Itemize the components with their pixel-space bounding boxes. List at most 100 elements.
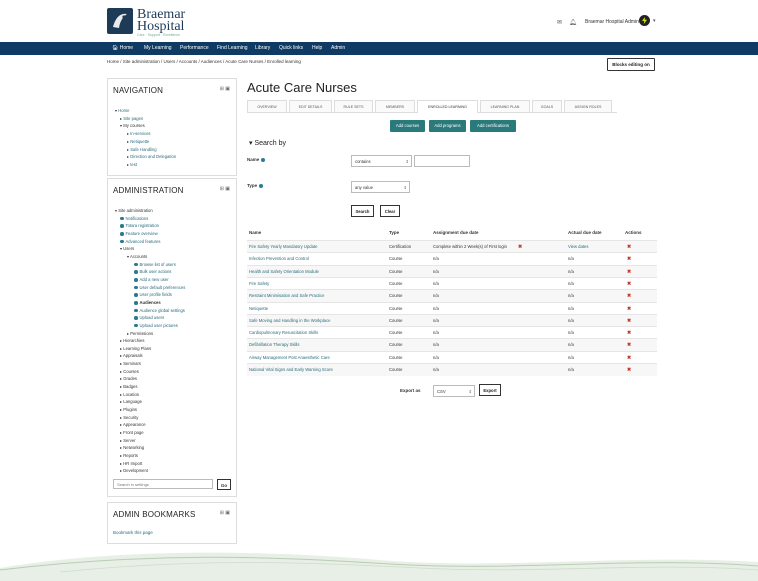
nav-tree-course[interactable]: ▸ test <box>127 161 176 169</box>
admin-tree-item[interactable]: Feature overview <box>120 230 171 238</box>
admin-tree-item[interactable]: User profile fields <box>134 291 185 299</box>
add-certifications-button[interactable]: Add certifications <box>470 120 516 132</box>
admin-tree-item[interactable]: Notifications <box>120 215 171 223</box>
nav-quick-links[interactable]: Quick links <box>279 45 303 51</box>
admin-tree-item[interactable]: ▸ Appearance <box>120 421 171 429</box>
table-row: Airway Management Post Anaesthetic Care C… <box>247 350 657 364</box>
admin-tree-item[interactable]: ▸ Badges <box>120 383 171 391</box>
blocks-editing-button[interactable]: Blocks editing on <box>607 58 655 71</box>
nav-admin[interactable]: Admin <box>331 45 345 51</box>
administration-block: ADMINISTRATION ⊞ ▣ ▾ Site administration… <box>107 178 237 497</box>
admin-tree-audiences[interactable]: Audiences <box>134 299 185 307</box>
admin-tree-item[interactable]: User default preferences <box>134 284 185 292</box>
nav-tree-course[interactable]: ▸ In-services <box>127 130 176 138</box>
column-header-type[interactable]: Type <box>389 230 399 235</box>
info-icon[interactable] <box>259 183 264 188</box>
admin-tree-item[interactable]: ▸ Location <box>120 391 171 399</box>
add-programs-button[interactable]: Add programs <box>429 120 466 132</box>
admin-tree-item[interactable]: ▸ Security <box>120 414 171 422</box>
admin-tree-item[interactable]: Audience global settings <box>134 307 185 315</box>
admin-tree-item[interactable]: Upload users <box>134 314 185 322</box>
admin-tree-site-admin[interactable]: ▾ Site administration <box>115 207 166 215</box>
admin-tree-item[interactable]: ▸ Courses <box>120 368 171 376</box>
admin-tree-item[interactable]: Bulk user actions <box>134 268 185 276</box>
block-controls-icon[interactable]: ⊞ ▣ <box>220 86 230 92</box>
nav-help[interactable]: Help <box>312 45 322 51</box>
search-button[interactable]: Search <box>351 205 374 217</box>
bookmark-this-page-link[interactable]: Bookmark this page <box>113 530 153 535</box>
block-controls-icon[interactable]: ⊞ ▣ <box>220 510 230 516</box>
settings-search-input[interactable]: Search in settings <box>113 479 213 489</box>
settings-search-go-button[interactable]: Go <box>217 479 231 490</box>
main-navbar: 🏠︎ Home My Learning Performance Find Lea… <box>0 42 758 55</box>
admin-tree-item[interactable]: ▸ Plugins <box>120 406 171 414</box>
tab-bar: OVERVIEW EDIT DETAILS RULE SETS MEMBERS … <box>247 100 617 113</box>
row-actual-due: n/a <box>568 367 574 372</box>
tab-enrolled-learning[interactable]: ENROLLED LEARNING <box>417 100 478 113</box>
nav-tree-course[interactable]: ▸ Direction and Delegation <box>127 153 176 161</box>
nav-library[interactable]: Library <box>255 45 270 51</box>
nav-my-learning[interactable]: My Learning <box>144 45 172 51</box>
column-header-actions: Actions <box>625 230 642 235</box>
admin-tree-item[interactable]: Upload user pictures <box>134 322 185 330</box>
tab-goals[interactable]: GOALS <box>532 100 562 112</box>
tab-overview[interactable]: OVERVIEW <box>247 100 287 112</box>
tab-rule-sets[interactable]: RULE SETS <box>334 100 373 112</box>
tab-members[interactable]: MEMBERS <box>375 100 415 112</box>
admin-tree-item[interactable]: ▸ Learning Plans <box>120 345 171 353</box>
admin-tree-item[interactable]: ▸ Server <box>120 437 171 445</box>
clear-button[interactable]: Clear <box>380 205 400 217</box>
nav-performance[interactable]: Performance <box>180 45 209 51</box>
admin-tree-item[interactable]: ▸ Front page <box>120 429 171 437</box>
admin-tree-item[interactable]: ▸ Hierarchies <box>120 337 171 345</box>
user-name[interactable]: Braemar Hospital Admin <box>585 19 639 25</box>
search-by-toggle[interactable]: ▾ Search by <box>249 139 286 147</box>
nav-find-learning[interactable]: Find Learning <box>217 45 248 51</box>
export-button[interactable]: Export <box>479 384 501 396</box>
name-filter-input[interactable] <box>414 155 470 167</box>
admin-tree-item[interactable]: ▸ Grades <box>120 375 171 383</box>
admin-tree-item[interactable]: Totara registration <box>120 222 171 230</box>
tab-learning-plan[interactable]: LEARNING PLAN <box>480 100 530 112</box>
envelope-icon[interactable]: ✉ <box>557 19 562 26</box>
admin-tree-item[interactable]: ▸ Language <box>120 398 171 406</box>
admin-tree-item[interactable]: ▸ Seminars <box>120 360 171 368</box>
admin-tree-users[interactable]: ▾ Users <box>120 245 171 253</box>
avatar[interactable] <box>639 15 650 26</box>
type-filter-select[interactable]: any value <box>351 181 410 194</box>
admin-tree-item[interactable]: ▸ Reports <box>120 452 171 460</box>
info-icon[interactable] <box>261 157 266 162</box>
admin-tree-item[interactable]: ▸ Networking <box>120 444 171 452</box>
row-name-link[interactable]: National Vital Signs and Early Warning S… <box>249 364 333 376</box>
admin-tree-item[interactable]: ▸ Permissions <box>127 330 178 338</box>
gear-icon <box>134 278 138 282</box>
nav-tree-course[interactable]: ▸ Netiquette <box>127 138 176 146</box>
add-courses-button[interactable]: Add courses <box>390 120 425 132</box>
tab-assign-roles[interactable]: ASSIGN ROLES <box>564 100 612 112</box>
tab-edit-details[interactable]: EDIT DETAILS <box>289 100 332 112</box>
hospital-logo-icon[interactable] <box>107 8 133 34</box>
table-row: Cardiopulmonary Resuscitation Skills Cour… <box>247 326 657 339</box>
nav-tree-my-courses[interactable]: ▾ My courses <box>120 122 169 130</box>
nav-home[interactable]: 🏠︎ Home <box>112 45 133 51</box>
site-name-line2: Hospital <box>137 19 185 34</box>
delete-icon[interactable]: ✖ <box>627 364 631 376</box>
admin-tree-item[interactable]: ▸ Appraisals <box>120 352 171 360</box>
export-format-select[interactable]: CSV <box>433 385 475 398</box>
name-filter-label: Name <box>247 157 266 162</box>
nav-tree-site-pages[interactable]: ▸ Site pages <box>120 115 169 123</box>
admin-tree-item[interactable]: Advanced features <box>120 238 171 246</box>
admin-tree-item[interactable]: ▸ Development <box>120 467 171 475</box>
nav-tree-course[interactable]: ▸ Safe Handling <box>127 146 176 154</box>
admin-tree-item[interactable]: Browse list of users <box>134 261 185 269</box>
bell-icon[interactable]: 🔔︎ <box>569 19 577 26</box>
admin-tree-item[interactable]: ▸ HR Import <box>120 460 171 468</box>
column-header-name[interactable]: Name <box>249 230 261 235</box>
block-controls-icon[interactable]: ⊞ ▣ <box>220 186 230 192</box>
admin-tree-accounts[interactable]: ▾ Accounts <box>127 253 178 261</box>
nav-tree-home[interactable]: ▾ Home <box>115 107 164 115</box>
name-operator-select[interactable]: contains <box>351 155 412 168</box>
breadcrumb[interactable]: Home / Site administration / Users / Acc… <box>107 59 301 64</box>
admin-tree-item[interactable]: Add a new user <box>134 276 185 284</box>
chevron-down-icon[interactable]: ▾ <box>653 18 656 24</box>
